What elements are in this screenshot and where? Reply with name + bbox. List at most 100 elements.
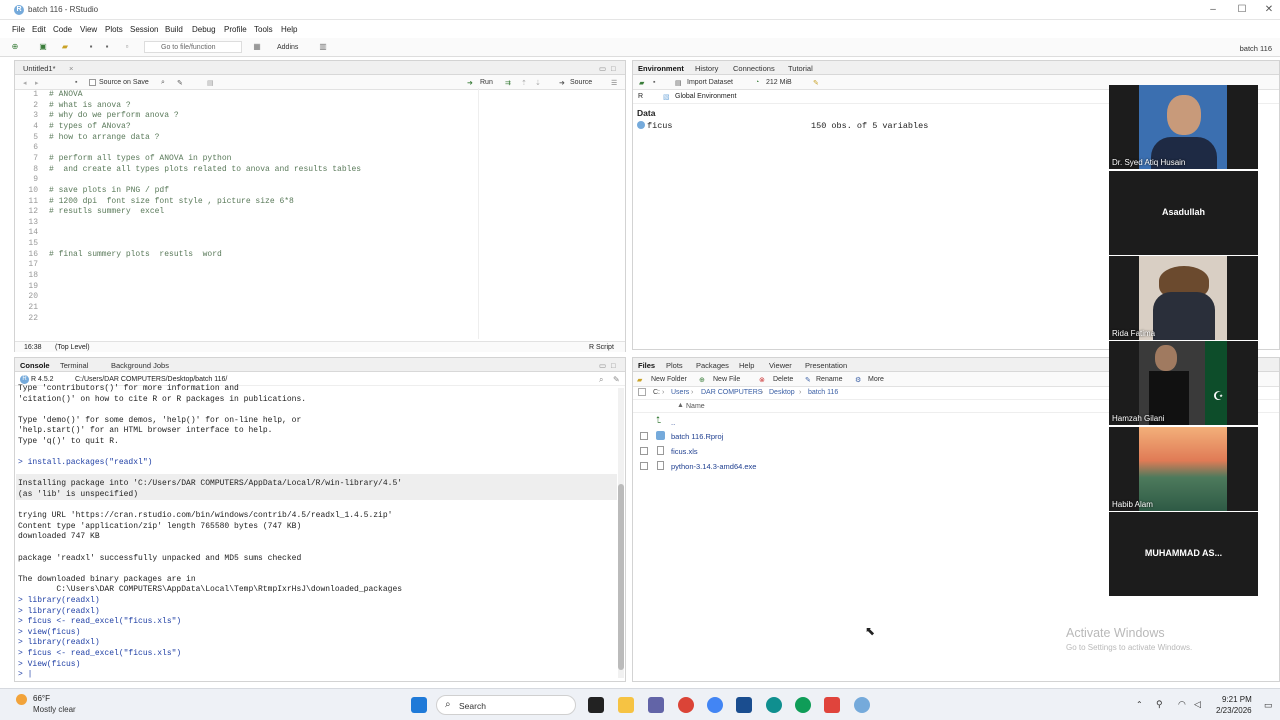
down-icon[interactable]: ⇣ bbox=[535, 79, 541, 87]
find-icon[interactable]: ⌕ bbox=[161, 79, 165, 87]
file-checkbox[interactable] bbox=[640, 447, 648, 455]
code-line[interactable]: # types of ANova? bbox=[49, 122, 131, 131]
code-line[interactable]: # 1200 dpi font size font style , pictur… bbox=[49, 197, 294, 206]
code-line[interactable]: # perform all types of ANOVA in python bbox=[49, 154, 231, 163]
photos-icon[interactable] bbox=[707, 697, 723, 713]
delete-button[interactable]: Delete bbox=[773, 376, 793, 383]
crumb-dar-computers[interactable]: DAR COMPUTERS bbox=[701, 389, 762, 396]
up-icon[interactable]: ⇡ bbox=[521, 79, 527, 87]
console-maximize-icon[interactable]: □ bbox=[611, 361, 616, 370]
load-workspace-icon[interactable]: ▰ bbox=[639, 79, 644, 87]
rstudio-taskbar-icon[interactable] bbox=[854, 697, 870, 713]
crumb-users[interactable]: Users bbox=[671, 389, 689, 396]
wand-icon[interactable]: ✎ bbox=[177, 79, 183, 87]
crumb-drive[interactable]: C: bbox=[653, 389, 660, 396]
volume-icon[interactable]: ◁ bbox=[1194, 699, 1201, 710]
outline-icon[interactable]: ☰ bbox=[611, 79, 617, 87]
menu-debug[interactable]: Debug bbox=[192, 25, 216, 34]
tray-chevron-icon[interactable]: ⌃ bbox=[1136, 700, 1143, 709]
file-explorer-icon[interactable] bbox=[618, 697, 634, 713]
save-icon[interactable]: ▪ bbox=[86, 42, 96, 52]
zoom-icon[interactable] bbox=[824, 697, 840, 713]
code-line[interactable]: # ANOVA bbox=[49, 90, 83, 99]
task-view-icon[interactable] bbox=[588, 697, 604, 713]
new-project-icon[interactable]: ▣ bbox=[38, 42, 48, 52]
menu-file[interactable]: File bbox=[12, 25, 25, 34]
network-icon[interactable]: ⚲ bbox=[1156, 699, 1163, 710]
code-line[interactable]: # how to arrange data ? bbox=[49, 133, 159, 142]
new-file-button[interactable]: New File bbox=[713, 376, 740, 383]
print-icon[interactable]: ▫ bbox=[122, 42, 132, 52]
file-item[interactable]: batch 116.Rproj bbox=[671, 432, 723, 441]
tab-viewer[interactable]: Viewer bbox=[769, 361, 792, 370]
taskbar-search[interactable]: ⌕ Search bbox=[436, 695, 576, 715]
back-icon[interactable]: ◂ bbox=[23, 79, 27, 87]
name-column-header[interactable]: Name bbox=[686, 403, 705, 410]
wifi-icon[interactable]: ◠ bbox=[1178, 699, 1186, 710]
chrome-icon[interactable] bbox=[678, 697, 694, 713]
tab-packages[interactable]: Packages bbox=[696, 361, 729, 370]
tab-plots[interactable]: Plots bbox=[666, 361, 683, 370]
menu-profile[interactable]: Profile bbox=[224, 25, 247, 34]
menu-view[interactable]: View bbox=[80, 25, 97, 34]
global-env-select[interactable]: Global Environment bbox=[675, 93, 736, 100]
participant-tile[interactable]: ☪ Hamzah Gilani bbox=[1109, 341, 1258, 425]
participant-tile[interactable]: Asadullah bbox=[1109, 171, 1258, 255]
menu-help[interactable]: Help bbox=[281, 25, 297, 34]
menu-plots[interactable]: Plots bbox=[105, 25, 123, 34]
console-scrollbar[interactable] bbox=[618, 388, 624, 678]
open-folder-icon[interactable]: ▰ bbox=[60, 42, 70, 52]
language-select[interactable]: R bbox=[638, 93, 643, 100]
new-file-icon[interactable]: ⊕ bbox=[10, 42, 20, 52]
console-scroll-thumb[interactable] bbox=[618, 484, 624, 670]
source-button[interactable]: Source bbox=[570, 79, 592, 86]
tab-background-jobs[interactable]: Background Jobs bbox=[111, 361, 169, 370]
import-dataset-button[interactable]: Import Dataset bbox=[687, 79, 733, 86]
code-line[interactable]: # why do we perform anova ? bbox=[49, 111, 179, 120]
tab-help[interactable]: Help bbox=[739, 361, 754, 370]
clear-console-icon[interactable]: ✎ bbox=[613, 375, 620, 384]
windows-start-icon[interactable] bbox=[411, 697, 427, 713]
broom-icon[interactable]: ✎ bbox=[813, 79, 819, 87]
parent-dir-link[interactable]: .. bbox=[671, 418, 675, 427]
file-type[interactable]: R Script bbox=[589, 344, 614, 351]
minimize-icon[interactable]: – bbox=[1206, 4, 1220, 15]
code-line[interactable]: # save plots in PNG / pdf bbox=[49, 186, 169, 195]
more-button[interactable]: More bbox=[868, 376, 884, 383]
expand-icon[interactable] bbox=[637, 121, 645, 129]
notification-icon[interactable]: ▭ bbox=[1264, 700, 1273, 711]
participant-tile[interactable]: Dr. Syed Atiq Husain bbox=[1109, 85, 1258, 169]
console-search-icon[interactable]: ⌕ bbox=[599, 375, 603, 385]
pane-minimize-icon[interactable]: ▭ bbox=[599, 64, 606, 73]
select-all-checkbox[interactable] bbox=[638, 388, 646, 396]
participant-tile[interactable]: Habib Alam bbox=[1109, 427, 1258, 511]
layout-icon[interactable]: ▥ bbox=[318, 42, 328, 52]
tab-close-icon[interactable]: × bbox=[69, 64, 73, 73]
tab-environment[interactable]: Environment bbox=[638, 64, 684, 73]
menu-tools[interactable]: Tools bbox=[254, 25, 273, 34]
forward-icon[interactable]: ▸ bbox=[35, 79, 39, 87]
rename-button[interactable]: Rename bbox=[816, 376, 842, 383]
goto-file-input[interactable]: Go to file/function bbox=[144, 41, 242, 53]
code-line[interactable]: # resutls summery excel bbox=[49, 207, 164, 216]
save-all-icon[interactable]: ▪ bbox=[102, 42, 112, 52]
tab-files[interactable]: Files bbox=[638, 361, 655, 370]
file-checkbox[interactable] bbox=[640, 432, 648, 440]
menu-session[interactable]: Session bbox=[130, 25, 158, 34]
menu-edit[interactable]: Edit bbox=[32, 25, 46, 34]
tab-untitled1[interactable]: Untitled1* bbox=[23, 64, 56, 73]
crumb-batch116[interactable]: batch 116 bbox=[808, 389, 838, 396]
file-item[interactable]: ficus.xls bbox=[671, 447, 698, 456]
pane-maximize-icon[interactable]: □ bbox=[611, 64, 616, 73]
menu-build[interactable]: Build bbox=[165, 25, 183, 34]
file-checkbox[interactable] bbox=[640, 462, 648, 470]
chrome-profile-icon[interactable] bbox=[795, 697, 811, 713]
source-on-save-checkbox[interactable] bbox=[89, 79, 96, 86]
tab-console[interactable]: Console bbox=[20, 361, 50, 370]
tab-presentation[interactable]: Presentation bbox=[805, 361, 847, 370]
file-item[interactable]: python-3.14.3-amd64.exe bbox=[671, 462, 756, 471]
memory-usage[interactable]: 212 MiB bbox=[766, 79, 792, 86]
run-button[interactable]: Run bbox=[480, 79, 493, 86]
var-name[interactable]: ficus bbox=[647, 121, 673, 131]
compile-icon[interactable]: ▤ bbox=[207, 79, 214, 87]
